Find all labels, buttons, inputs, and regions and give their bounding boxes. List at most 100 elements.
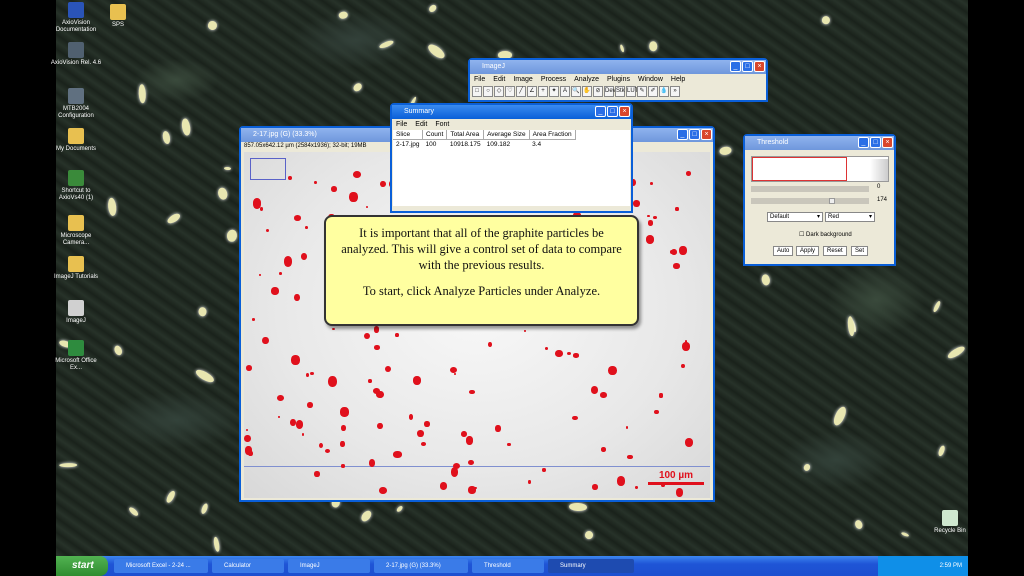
poly-tool-icon[interactable]: ◇ (494, 86, 504, 97)
taskbar-button[interactable]: Calculator (212, 559, 284, 573)
menu-image[interactable]: Image (513, 74, 532, 85)
shortcut-icon (68, 215, 84, 231)
desktop-icon[interactable]: AxioVision Rel. 4.6 (50, 42, 102, 67)
particle (682, 341, 691, 351)
column-header[interactable]: Total Area (446, 130, 485, 140)
menu-plugins[interactable]: Plugins (607, 74, 630, 85)
set-button[interactable]: Set (851, 246, 869, 256)
minimize-icon[interactable]: _ (677, 129, 688, 140)
maximize-icon[interactable]: □ (742, 61, 753, 72)
shortcut-icon (68, 256, 84, 272)
graphite-blob (198, 307, 207, 317)
taskbar-button[interactable]: 2-17.jpg (G) (33.3%) (374, 559, 468, 573)
desktop-icon-sps[interactable]: SPS (98, 4, 138, 29)
max-slider[interactable] (751, 198, 869, 204)
desktop-icon[interactable]: Microscope Camera... (50, 215, 102, 247)
lut-tool-icon[interactable]: LUT (626, 86, 638, 97)
table-cell: 3.4 (532, 141, 542, 148)
taskbar-button[interactable]: Microsoft Excel - 2-24 ... (114, 559, 208, 573)
minimize-icon[interactable]: _ (730, 61, 741, 72)
wand-tool-icon[interactable]: ✦ (549, 86, 559, 97)
minimize-icon[interactable]: _ (595, 106, 606, 117)
start-button[interactable]: start (56, 556, 108, 576)
histogram (751, 156, 889, 182)
table-row[interactable]: 2-17.jpg 100 10918.175 109.182 3.4 (393, 140, 575, 150)
point-tool-icon[interactable]: + (538, 86, 548, 97)
angle-tool-icon[interactable]: ∠ (527, 86, 537, 97)
method-select[interactable]: Default ▾ (767, 212, 823, 222)
dev-tool-icon[interactable]: Dev (604, 86, 616, 97)
slider-thumb[interactable] (829, 198, 835, 204)
particle (332, 327, 336, 330)
summary-titlebar[interactable]: Summary _ □ × (392, 105, 631, 119)
particle (528, 479, 532, 484)
close-icon[interactable]: × (619, 106, 630, 117)
threshold-range (752, 157, 847, 181)
free-tool-icon[interactable]: ♡ (505, 86, 515, 97)
maximize-icon[interactable]: □ (689, 129, 700, 140)
apply-button[interactable]: Apply (796, 246, 820, 256)
rect-tool-icon[interactable]: □ (472, 86, 482, 97)
imagej-titlebar[interactable]: ImageJ _ □ × (470, 60, 766, 74)
close-icon[interactable]: × (754, 61, 765, 72)
particle (328, 375, 338, 387)
column-header[interactable]: Area Fraction (529, 130, 576, 140)
stk-tool-icon[interactable]: Stk (615, 86, 625, 97)
desktop-icon[interactable]: AxioVision Documentation (50, 2, 102, 34)
graphite-blob (426, 42, 447, 61)
column-header[interactable]: Count (422, 130, 448, 140)
more-tool-icon[interactable]: » (670, 86, 680, 97)
imagej-menubar: File Edit Image Process Analyze Plugins Window… (470, 74, 766, 85)
tutorial-callout: It is important that all of the graphite… (324, 215, 639, 326)
desktop-icon[interactable]: My Documents (50, 128, 102, 153)
summary-menubar: File Edit Font (392, 119, 631, 130)
menu-window[interactable]: Window (638, 74, 663, 85)
taskbar-button[interactable]: Summary (548, 559, 634, 573)
oval-tool-icon[interactable]: ○ (483, 86, 493, 97)
brush-tool-icon[interactable]: ✐ (648, 86, 658, 97)
drop-tool-icon[interactable]: ⊘ (593, 86, 603, 97)
line-tool-icon[interactable]: ╱ (516, 86, 526, 97)
reset-button[interactable]: Reset (823, 246, 847, 256)
min-slider[interactable] (751, 186, 869, 192)
summary-menu-file[interactable]: File (396, 119, 407, 130)
particle (340, 407, 350, 417)
menu-help[interactable]: Help (671, 74, 685, 85)
desktop-icon[interactable]: ImageJ Tutorials (50, 256, 102, 281)
maximize-icon[interactable]: □ (607, 106, 618, 117)
summary-menu-font[interactable]: Font (435, 119, 449, 130)
close-icon[interactable]: × (882, 137, 893, 148)
graphite-blob (194, 367, 216, 385)
recycle-bin[interactable]: Recycle Bin (924, 510, 976, 535)
close-icon[interactable]: × (701, 129, 712, 140)
menu-process[interactable]: Process (541, 74, 566, 85)
flood-tool-icon[interactable]: 💧 (659, 86, 669, 97)
minimize-icon[interactable]: _ (858, 137, 869, 148)
menu-analyze[interactable]: Analyze (574, 74, 599, 85)
text-tool-icon[interactable]: A (560, 86, 570, 97)
graphite-blob (338, 11, 349, 20)
maximize-icon[interactable]: □ (870, 137, 881, 148)
desktop-icon[interactable]: Microsoft Office Ex... (50, 340, 102, 372)
menu-edit[interactable]: Edit (493, 74, 505, 85)
column-header[interactable]: Average Size (483, 130, 530, 140)
pen-tool-icon[interactable]: ✎ (637, 86, 647, 97)
particle (653, 215, 658, 219)
desktop-icon[interactable]: Shortcut to AxioVs40 (1) (50, 170, 102, 202)
desktop-icon[interactable]: ImageJ (50, 300, 102, 325)
summary-menu-edit[interactable]: Edit (415, 119, 427, 130)
particle (300, 252, 307, 260)
hand-tool-icon[interactable]: ✋ (582, 86, 592, 97)
dark-background-checkbox[interactable]: ☐ Dark background (799, 231, 852, 238)
taskbar-button[interactable]: Threshold (472, 559, 544, 573)
graphite-blob (846, 316, 856, 337)
desktop-icon[interactable]: MTB2004 Configuration (50, 88, 102, 120)
taskbar-button[interactable]: ImageJ (288, 559, 370, 573)
zoom-tool-icon[interactable]: 🔍 (571, 86, 581, 97)
menu-file[interactable]: File (474, 74, 485, 85)
color-select[interactable]: Red ▾ (825, 212, 875, 222)
column-header[interactable]: Slice (393, 130, 423, 140)
graphite-blob (200, 502, 210, 515)
auto-button[interactable]: Auto (773, 246, 794, 256)
threshold-titlebar[interactable]: Threshold _ □ × (745, 136, 894, 150)
